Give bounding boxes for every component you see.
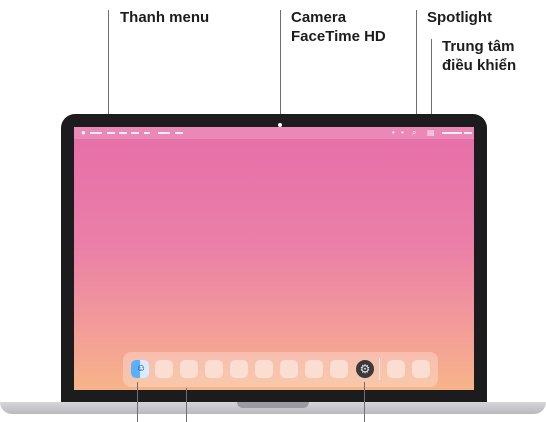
status-icon: • bbox=[401, 128, 404, 137]
callout-menu-bar: Thanh menu bbox=[120, 9, 210, 26]
callout-control-center: Trung tâm điều khiển bbox=[442, 37, 516, 75]
dock-app-icon bbox=[305, 360, 323, 378]
finder-face-icon: ☺ bbox=[136, 363, 147, 374]
dock-app-icon bbox=[280, 360, 298, 378]
menu-bar-item bbox=[90, 132, 102, 134]
callout-control-center-line1: Trung tâm bbox=[442, 38, 515, 55]
dock-app-icon bbox=[387, 360, 405, 378]
leader-control-center bbox=[431, 39, 432, 125]
callout-camera-line1: Camera bbox=[291, 9, 347, 26]
apple-menu-icon: ● bbox=[81, 128, 86, 137]
callout-spotlight: Spotlight bbox=[427, 9, 492, 26]
search-icon: ⌕ bbox=[412, 128, 417, 137]
status-icon: • bbox=[392, 128, 395, 137]
menu-bar-item bbox=[119, 132, 127, 134]
dock-app-icon bbox=[155, 360, 173, 378]
menu-bar-item bbox=[131, 132, 139, 134]
dock-app-icon bbox=[205, 360, 223, 378]
leader-camera bbox=[280, 10, 281, 120]
dock-app-icon bbox=[230, 360, 248, 378]
menu-bar-item bbox=[464, 132, 472, 134]
laptop-notch bbox=[237, 402, 309, 408]
dock-separator bbox=[379, 358, 380, 380]
menu-bar-clock bbox=[442, 132, 462, 134]
menu-bar-item bbox=[144, 132, 150, 134]
callout-camera: Camera FaceTime HD bbox=[291, 8, 386, 46]
leader-spotlight bbox=[416, 10, 417, 126]
menu-bar: ● • • ⌕ ▤ bbox=[74, 127, 474, 139]
control-center-icon: ▤ bbox=[427, 128, 435, 137]
system-settings-icon: ⚙ bbox=[356, 360, 374, 378]
dock-app-icon bbox=[255, 360, 273, 378]
menu-bar-item bbox=[175, 132, 183, 134]
leader-finder bbox=[137, 382, 138, 422]
dock-app-icon bbox=[412, 360, 430, 378]
leader-settings bbox=[364, 382, 365, 422]
finder-icon: ☺ bbox=[131, 360, 149, 378]
callout-camera-line2: FaceTime HD bbox=[291, 28, 386, 45]
leader-dock bbox=[186, 388, 187, 422]
dock-app-icon bbox=[180, 360, 198, 378]
dock: ☺ ⚙ bbox=[123, 352, 438, 387]
dock-app-icon bbox=[330, 360, 348, 378]
menu-bar-item bbox=[158, 132, 170, 134]
menu-bar-item bbox=[107, 132, 115, 134]
callout-control-center-line2: điều khiển bbox=[442, 57, 517, 74]
leader-menu-bar bbox=[108, 10, 109, 125]
laptop-screen: ● • • ⌕ ▤ bbox=[74, 127, 474, 390]
